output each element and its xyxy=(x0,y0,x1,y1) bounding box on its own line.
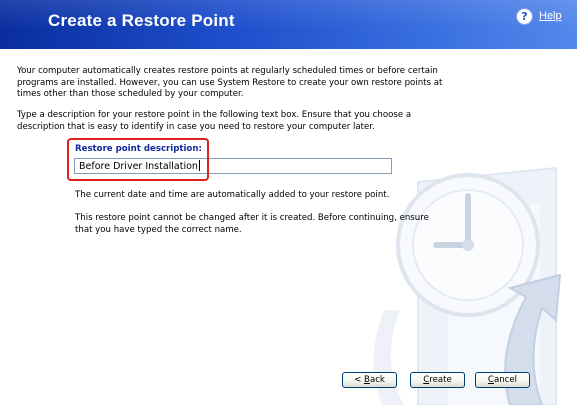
back-button-rest: ack xyxy=(369,375,385,385)
back-button-prefix: < xyxy=(354,375,365,385)
restore-point-description-input[interactable]: Before Driver Installation xyxy=(74,158,392,174)
intro-paragraph-instructions: Type a description for your restore poin… xyxy=(17,110,412,132)
create-button[interactable]: Create xyxy=(410,372,465,388)
title-bar: Create a Restore Point ? Help xyxy=(0,0,577,49)
text-caret xyxy=(198,160,200,171)
create-button-rest: reate xyxy=(429,375,452,385)
question-mark-icon[interactable]: ? xyxy=(516,8,533,25)
intro-paragraph-automatic: Your computer automatically creates rest… xyxy=(17,66,443,99)
description-value: Before Driver Installation xyxy=(79,161,198,172)
date-time-note: The current date and time are automatica… xyxy=(75,190,390,200)
cancel-button[interactable]: Cancel xyxy=(475,372,530,388)
description-label: Restore point description: xyxy=(75,144,202,154)
cancel-button-rest: ancel xyxy=(493,375,518,385)
help-link[interactable]: Help xyxy=(539,10,562,22)
back-button[interactable]: < Back xyxy=(342,372,397,388)
page-title: Create a Restore Point xyxy=(48,11,235,30)
cannot-change-warning: This restore point cannot be changed aft… xyxy=(75,213,429,235)
